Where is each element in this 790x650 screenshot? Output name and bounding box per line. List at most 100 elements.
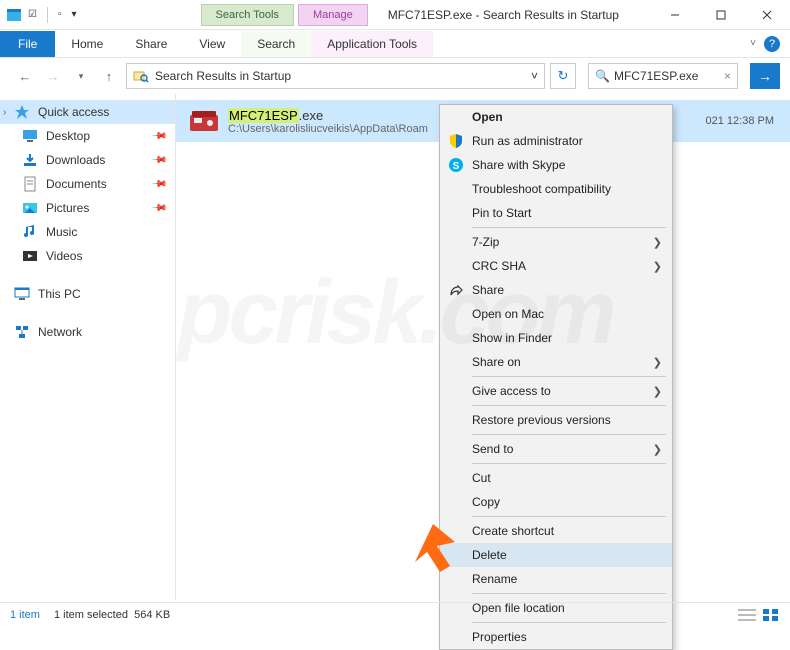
desktop-icon	[22, 128, 38, 144]
ctx-share-on[interactable]: Share on ❯	[440, 350, 672, 374]
ctx-show-finder[interactable]: Show in Finder	[440, 326, 672, 350]
submenu-arrow-icon: ❯	[653, 356, 662, 369]
status-bar: 1 item 1 item selected 564 KB	[0, 602, 790, 626]
sidebar-label: This PC	[38, 287, 81, 301]
manage-tab-header: Manage	[298, 4, 368, 26]
file-tab[interactable]: File	[0, 31, 55, 57]
submenu-arrow-icon: ❯	[653, 443, 662, 456]
sidebar-label: Network	[38, 325, 82, 339]
ctx-send-to[interactable]: Send to ❯	[440, 437, 672, 461]
qat-dropdown-icon[interactable]: ▾	[68, 9, 81, 20]
sidebar-network[interactable]: Network	[0, 320, 175, 344]
search-go-button[interactable]: →	[750, 63, 780, 89]
sidebar-desktop[interactable]: Desktop 📌	[0, 124, 175, 148]
pin-icon: 📌	[150, 152, 167, 169]
ctx-label: Send to	[472, 442, 513, 456]
recent-locations-button[interactable]: ▾	[70, 65, 92, 87]
exe-file-icon	[188, 105, 220, 137]
sidebar-music[interactable]: Music	[0, 220, 175, 244]
sidebar-this-pc[interactable]: This PC	[0, 282, 175, 306]
qat-checkbox-icon[interactable]: ☑	[24, 9, 41, 20]
ctx-give-access[interactable]: Give access to❯	[440, 379, 672, 403]
pin-icon: 📌	[150, 200, 167, 217]
sidebar-downloads[interactable]: Downloads 📌	[0, 148, 175, 172]
ctx-label: 7-Zip	[472, 235, 499, 249]
ctx-7zip[interactable]: 7-Zip ❯	[440, 230, 672, 254]
downloads-icon	[22, 152, 38, 168]
search-value: MFC71ESP.exe	[614, 69, 699, 83]
ctx-properties[interactable]: Properties	[440, 625, 672, 649]
pin-icon: 📌	[150, 128, 167, 145]
ctx-separator	[472, 593, 666, 594]
ctx-share[interactable]: Share	[440, 278, 672, 302]
navigation-pane: Quick access Desktop 📌 Downloads 📌 Docum…	[0, 94, 176, 600]
quick-access-toolbar: ☑ ▫ ▾	[0, 7, 81, 23]
music-icon	[22, 224, 38, 240]
ctx-separator	[472, 405, 666, 406]
help-icon[interactable]: ?	[764, 36, 780, 52]
skype-icon: S	[448, 157, 464, 173]
sidebar-quick-access[interactable]: Quick access	[0, 100, 175, 124]
view-tab[interactable]: View	[183, 31, 241, 57]
titlebar: ☑ ▫ ▾ Search Tools Manage MFC71ESP.exe -…	[0, 0, 790, 30]
maximize-button[interactable]	[698, 0, 744, 30]
share-tab[interactable]: Share	[119, 31, 183, 57]
back-button[interactable]: ←	[14, 65, 36, 87]
view-mode-icons	[738, 608, 780, 622]
ctx-open[interactable]: Open	[440, 105, 672, 129]
videos-icon	[22, 248, 38, 264]
ctx-delete[interactable]: Delete	[440, 543, 672, 567]
sidebar-label: Downloads	[46, 153, 105, 167]
search-icon: 🔍	[595, 69, 610, 83]
large-icons-view-icon[interactable]	[762, 608, 780, 622]
svg-text:S: S	[453, 161, 460, 172]
sidebar-label: Quick access	[38, 105, 109, 119]
close-button[interactable]	[744, 0, 790, 30]
qat-properties-icon[interactable]: ▫	[54, 9, 66, 20]
sidebar-documents[interactable]: Documents 📌	[0, 172, 175, 196]
network-icon	[14, 324, 30, 340]
ctx-label: Run as administrator	[472, 134, 583, 148]
ctx-cut[interactable]: Cut	[440, 466, 672, 490]
sidebar-videos[interactable]: Videos	[0, 244, 175, 268]
status-selection: 1 item selected 564 KB	[54, 609, 170, 621]
ctx-open-mac[interactable]: Open on Mac	[440, 302, 672, 326]
ribbon-collapse-icon[interactable]: ˅	[750, 38, 756, 49]
minimize-button[interactable]	[652, 0, 698, 30]
ribbon-tabs: File Home Share View Search Application …	[0, 30, 790, 58]
address-dropdown-icon[interactable]: ˅	[531, 69, 538, 83]
home-tab[interactable]: Home	[55, 31, 119, 57]
search-box[interactable]: 🔍 MFC71ESP.exe ×	[588, 63, 738, 89]
sidebar-label: Desktop	[46, 129, 90, 143]
ctx-label: Share on	[472, 355, 521, 369]
ctx-separator	[472, 227, 666, 228]
ctx-pin-start[interactable]: Pin to Start	[440, 201, 672, 225]
file-date: 021 12:38 PM	[706, 115, 775, 127]
ctx-troubleshoot[interactable]: Troubleshoot compatibility	[440, 177, 672, 201]
sidebar-pictures[interactable]: Pictures 📌	[0, 196, 175, 220]
ctx-create-shortcut[interactable]: Create shortcut	[440, 519, 672, 543]
submenu-arrow-icon: ❯	[653, 260, 662, 273]
details-view-icon[interactable]	[738, 608, 756, 622]
clear-search-icon[interactable]: ×	[724, 69, 731, 83]
refresh-button[interactable]: ↻	[550, 63, 576, 89]
search-tab[interactable]: Search	[241, 31, 311, 57]
context-menu: Open Run as administrator S Share with S…	[439, 104, 673, 650]
ctx-restore-previous[interactable]: Restore previous versions	[440, 408, 672, 432]
status-item-count: 1 item	[10, 609, 40, 621]
ctx-rename[interactable]: Rename	[440, 567, 672, 591]
ctx-copy[interactable]: Copy	[440, 490, 672, 514]
up-button[interactable]: ↑	[98, 65, 120, 87]
ctx-crc-sha[interactable]: CRC SHA❯	[440, 254, 672, 278]
this-pc-icon	[14, 286, 30, 302]
pictures-icon	[22, 200, 38, 216]
forward-button[interactable]: →	[42, 65, 64, 87]
ctx-run-as-admin[interactable]: Run as administrator	[440, 129, 672, 153]
submenu-arrow-icon: ❯	[653, 236, 662, 249]
ctx-share-skype[interactable]: S Share with Skype	[440, 153, 672, 177]
application-tools-tab[interactable]: Application Tools	[311, 31, 433, 57]
sidebar-label: Pictures	[46, 201, 89, 215]
sidebar-label: Videos	[46, 249, 82, 263]
documents-icon	[22, 176, 38, 192]
address-bar[interactable]: Search Results in Startup ˅	[126, 63, 545, 89]
